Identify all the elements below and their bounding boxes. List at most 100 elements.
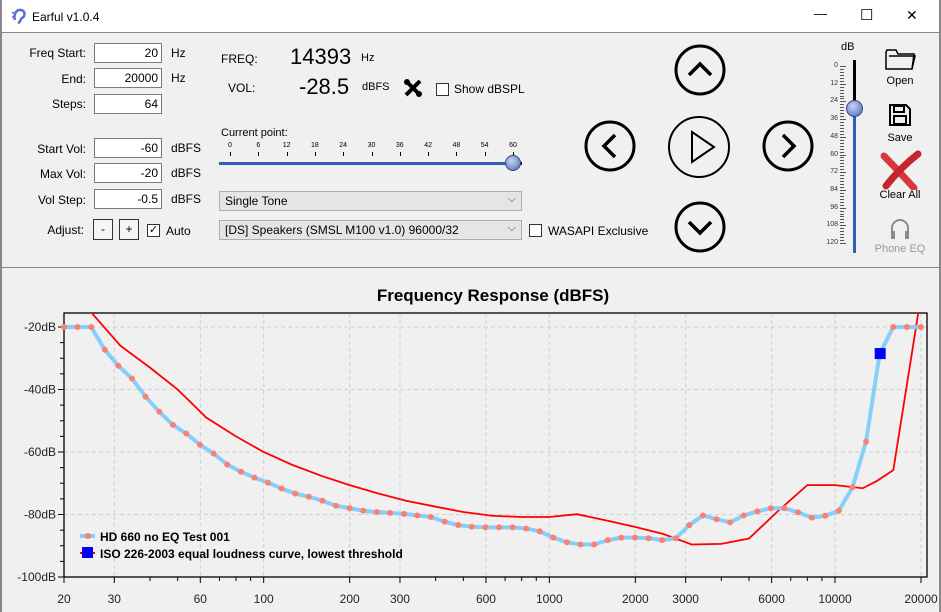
volume-tick	[840, 119, 846, 121]
legend-label-measured: HD 660 no EQ Test 001	[100, 530, 230, 544]
volume-tick	[840, 201, 844, 203]
current-point-tick-label: 18	[310, 142, 319, 149]
current-point-tick	[286, 152, 288, 156]
vol-readout-unit: dBFS	[362, 81, 390, 93]
measured-data-point	[699, 512, 706, 519]
save-button[interactable]: Save	[872, 103, 928, 144]
show-dbspl-checkbox[interactable]	[436, 83, 449, 96]
up-arrow-button[interactable]	[673, 43, 727, 97]
minimize-button[interactable]: —	[814, 6, 827, 21]
measured-data-point	[863, 438, 870, 445]
measured-data-point	[631, 534, 638, 541]
vol-step-label: Vol Step:	[37, 193, 86, 207]
start-vol-unit: dBFS	[171, 141, 202, 155]
volume-tick	[840, 110, 844, 112]
clear-all-button[interactable]: Clear All	[872, 150, 928, 201]
measured-data-point	[115, 362, 122, 369]
volume-tick	[840, 216, 844, 218]
measured-data-point	[903, 324, 910, 330]
wasapi-label: WASAPI Exclusive	[548, 224, 649, 238]
legend-marker-measured	[85, 533, 91, 539]
volume-tick	[840, 157, 844, 159]
volume-tick	[840, 163, 844, 165]
measured-data-point	[156, 408, 163, 415]
measured-data-point	[577, 541, 584, 548]
volume-tick	[840, 231, 844, 233]
volume-tick	[840, 66, 846, 67]
steps-label: Steps:	[51, 97, 86, 111]
volume-tick-label: 24	[830, 97, 838, 105]
wrench-icon[interactable]	[403, 78, 423, 98]
left-arrow-button[interactable]	[583, 119, 637, 173]
auto-checkbox[interactable]: ✓	[147, 224, 160, 237]
freq-start-input[interactable]: 20	[94, 43, 162, 63]
end-unit: Hz	[171, 71, 186, 85]
volume-tick	[840, 225, 846, 227]
measured-data-point	[482, 524, 489, 531]
maximize-button[interactable]: ☐	[860, 6, 873, 24]
phone-eq-button[interactable]: Phone EQ	[872, 216, 928, 255]
measured-data-point	[251, 474, 258, 481]
measured-data-point	[129, 375, 136, 382]
down-arrow-button[interactable]	[673, 200, 727, 254]
measured-curve-line	[64, 325, 921, 547]
y-tick-label: -40dB	[24, 383, 56, 397]
vol-step-input[interactable]: -0.5	[94, 189, 162, 209]
volume-slider-fill	[853, 108, 856, 253]
steps-input[interactable]: 64	[94, 94, 162, 114]
right-arrow-button[interactable]	[761, 119, 815, 173]
clear-all-label: Clear All	[879, 189, 921, 201]
measured-data-point	[373, 509, 380, 515]
volume-tick	[840, 83, 846, 85]
legend-label-iso: ISO 226-2003 equal loudness curve, lowes…	[100, 547, 403, 561]
volume-tick	[840, 130, 844, 132]
volume-slider-thumb[interactable]	[846, 100, 863, 118]
volume-tick	[840, 172, 846, 174]
measured-data-point	[61, 324, 67, 330]
current-point-tick	[484, 152, 486, 156]
measured-data-point	[754, 508, 761, 515]
volume-tick	[840, 237, 844, 239]
iso-curve-line	[90, 313, 920, 546]
volume-tick	[840, 125, 844, 126]
device-select[interactable]: [DS] Speakers (SMSL M100 v1.0) 96000/32 ⌵	[219, 220, 522, 240]
volume-tick	[840, 101, 846, 103]
measured-data-point	[210, 450, 217, 457]
max-vol-input[interactable]: -20	[94, 163, 162, 183]
measured-data-point	[183, 430, 190, 437]
volume-tick	[840, 68, 844, 70]
close-button[interactable]: ✕	[906, 7, 918, 24]
measured-data-point	[332, 502, 339, 509]
adjust-label: Adjust:	[47, 223, 84, 237]
measured-data-point	[292, 490, 299, 497]
volume-tick	[840, 181, 844, 183]
max-vol-unit: dBFS	[171, 166, 202, 180]
measured-data-point	[781, 505, 788, 512]
measured-data-point	[441, 518, 448, 525]
auto-label: Auto	[166, 224, 191, 238]
measured-data-point	[713, 516, 720, 523]
current-point-tick-label: 54	[480, 142, 489, 149]
wasapi-checkbox[interactable]	[529, 224, 542, 237]
tone-select[interactable]: Single Tone ⌵	[219, 191, 522, 211]
legend-marker-iso	[82, 547, 93, 558]
measured-data-point	[659, 537, 666, 544]
volume-tick-label: 36	[830, 115, 838, 123]
start-vol-input[interactable]: -60	[94, 138, 162, 158]
current-point-tick-label: 36	[395, 142, 404, 149]
current-point-tick-label: 48	[452, 142, 461, 149]
adjust-minus-button[interactable]: -	[93, 219, 113, 240]
y-tick-label: -20dB	[24, 320, 56, 334]
measured-data-point	[414, 512, 421, 519]
adjust-plus-button[interactable]: +	[119, 219, 139, 240]
volume-tick	[840, 207, 846, 209]
current-point-slider-thumb[interactable]	[505, 155, 521, 171]
y-tick-label: -100dB	[17, 570, 56, 584]
end-input[interactable]: 20000	[94, 68, 162, 88]
current-point-tick-label: 0	[228, 142, 232, 149]
open-button[interactable]: Open	[872, 46, 928, 87]
measured-data-point	[822, 512, 829, 519]
volume-tick-label: 0	[834, 62, 838, 69]
play-button[interactable]	[667, 115, 731, 179]
volume-tick	[840, 234, 844, 236]
